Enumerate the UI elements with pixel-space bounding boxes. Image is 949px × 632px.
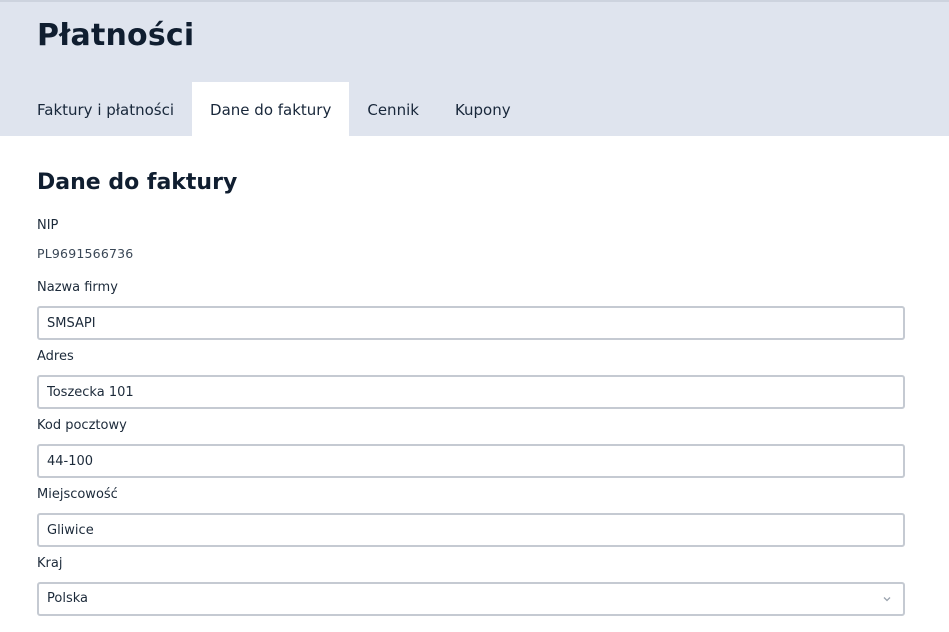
postal-code-input[interactable] <box>37 444 905 478</box>
address-label: Adres <box>37 349 74 364</box>
tab-invoice-details[interactable]: Dane do faktury <box>192 82 350 138</box>
nip-value: PL9691566736 <box>37 246 134 261</box>
city-input[interactable] <box>37 513 905 547</box>
section-title: Dane do faktury <box>37 170 238 195</box>
tab-coupons[interactable]: Kupony <box>437 82 529 138</box>
nip-label: NIP <box>37 218 59 233</box>
company-name-input[interactable] <box>37 306 905 340</box>
chevron-down-icon <box>883 597 891 602</box>
city-label: Miejscowość <box>37 487 118 502</box>
address-input[interactable] <box>37 375 905 409</box>
company-name-label: Nazwa firmy <box>37 280 118 295</box>
country-select[interactable]: Polska <box>37 582 905 616</box>
page-header: Płatności Faktury i płatności Dane do fa… <box>0 0 949 138</box>
country-label: Kraj <box>37 556 63 571</box>
postal-code-label: Kod pocztowy <box>37 418 127 433</box>
tab-bar: Faktury i płatności Dane do faktury Cenn… <box>19 82 529 138</box>
tab-pricing[interactable]: Cennik <box>349 82 437 138</box>
tab-invoices-payments[interactable]: Faktury i płatności <box>19 82 192 138</box>
page-title: Płatności <box>37 18 195 53</box>
country-select-value: Polska <box>47 591 88 606</box>
